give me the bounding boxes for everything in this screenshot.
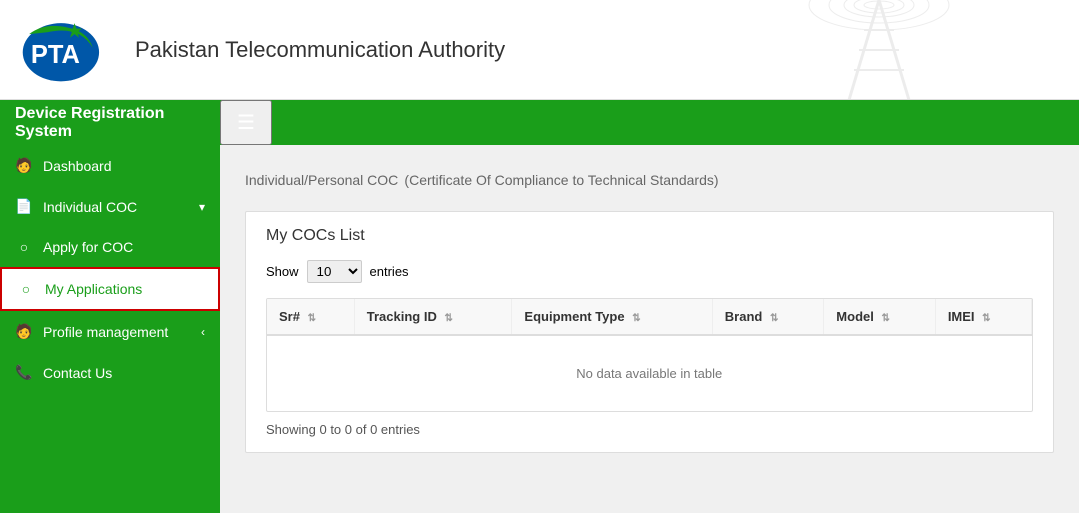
entries-select[interactable]: 10 25 50 100 [307,260,362,283]
sort-icon-imei[interactable]: ⇅ [982,313,990,324]
sort-icon-model[interactable]: ⇅ [881,313,889,324]
individual-coc-icon: 📄 [15,198,33,215]
sort-icon-tracking[interactable]: ⇅ [444,313,452,324]
col-equipment-type: Equipment Type ⇅ [512,299,712,335]
empty-row: No data available in table [267,335,1032,411]
col-model: Model ⇅ [824,299,936,335]
phone-icon: 📞 [15,364,33,381]
col-imei: IMEI ⇅ [935,299,1031,335]
col-tracking-id: Tracking ID ⇅ [354,299,512,335]
sort-icon-sr[interactable]: ⇅ [308,313,316,324]
col-sr: Sr# ⇅ [267,299,354,335]
svg-text:PTA: PTA [31,41,80,69]
page-title: Individual/Personal COC (Certificate Of … [245,165,1054,191]
coc-list-card: My COCs List Show 10 25 50 100 entries [245,211,1054,453]
profile-icon: 🧑 [15,323,33,340]
logo-area: PTA Pakistan Telecommunication Authority [20,15,505,85]
my-applications-icon: ○ [17,281,35,297]
chevron-left-icon: ‹ [201,325,205,339]
tower-decoration [679,0,1079,100]
main-layout: 🧑 Dashboard 📄 Individual COC ▾ ○ Apply f… [0,145,1079,513]
showing-text: Showing 0 to 0 of 0 entries [266,422,1033,437]
sidebar: 🧑 Dashboard 📄 Individual COC ▾ ○ Apply f… [0,145,220,513]
col-brand: Brand ⇅ [712,299,824,335]
sidebar-item-my-applications[interactable]: ○ My Applications [0,267,220,311]
hamburger-button[interactable]: ☰ [220,100,272,145]
sort-icon-equipment[interactable]: ⇅ [632,313,640,324]
apply-coc-icon: ○ [15,239,33,255]
pta-logo: PTA [20,15,120,85]
sort-icon-brand[interactable]: ⇅ [770,313,778,324]
sidebar-item-individual-coc[interactable]: 📄 Individual COC ▾ [0,186,220,227]
data-table-wrapper: Sr# ⇅ Tracking ID ⇅ Equipment Type ⇅ [266,298,1033,412]
empty-message: No data available in table [267,335,1032,411]
header: PTA Pakistan Telecommunication Authority [0,0,1079,100]
coc-table: Sr# ⇅ Tracking ID ⇅ Equipment Type ⇅ [267,299,1032,411]
nav-bar: Device Registration System ☰ [0,100,1079,145]
org-name: Pakistan Telecommunication Authority [135,37,505,63]
show-entries-row: Show 10 25 50 100 entries [266,260,1033,283]
sidebar-item-apply-coc[interactable]: ○ Apply for COC [0,227,220,267]
sidebar-item-contact-us[interactable]: 📞 Contact Us [0,352,220,393]
card-title: My COCs List [266,227,1033,245]
sidebar-item-profile-management[interactable]: 🧑 Profile management ‹ [0,311,220,352]
chevron-down-icon: ▾ [199,200,205,214]
table-header-row: Sr# ⇅ Tracking ID ⇅ Equipment Type ⇅ [267,299,1032,335]
system-title: Device Registration System [0,100,220,145]
sidebar-item-dashboard[interactable]: 🧑 Dashboard [0,145,220,186]
dashboard-icon: 🧑 [15,157,33,174]
content-area: Individual/Personal COC (Certificate Of … [220,145,1079,513]
